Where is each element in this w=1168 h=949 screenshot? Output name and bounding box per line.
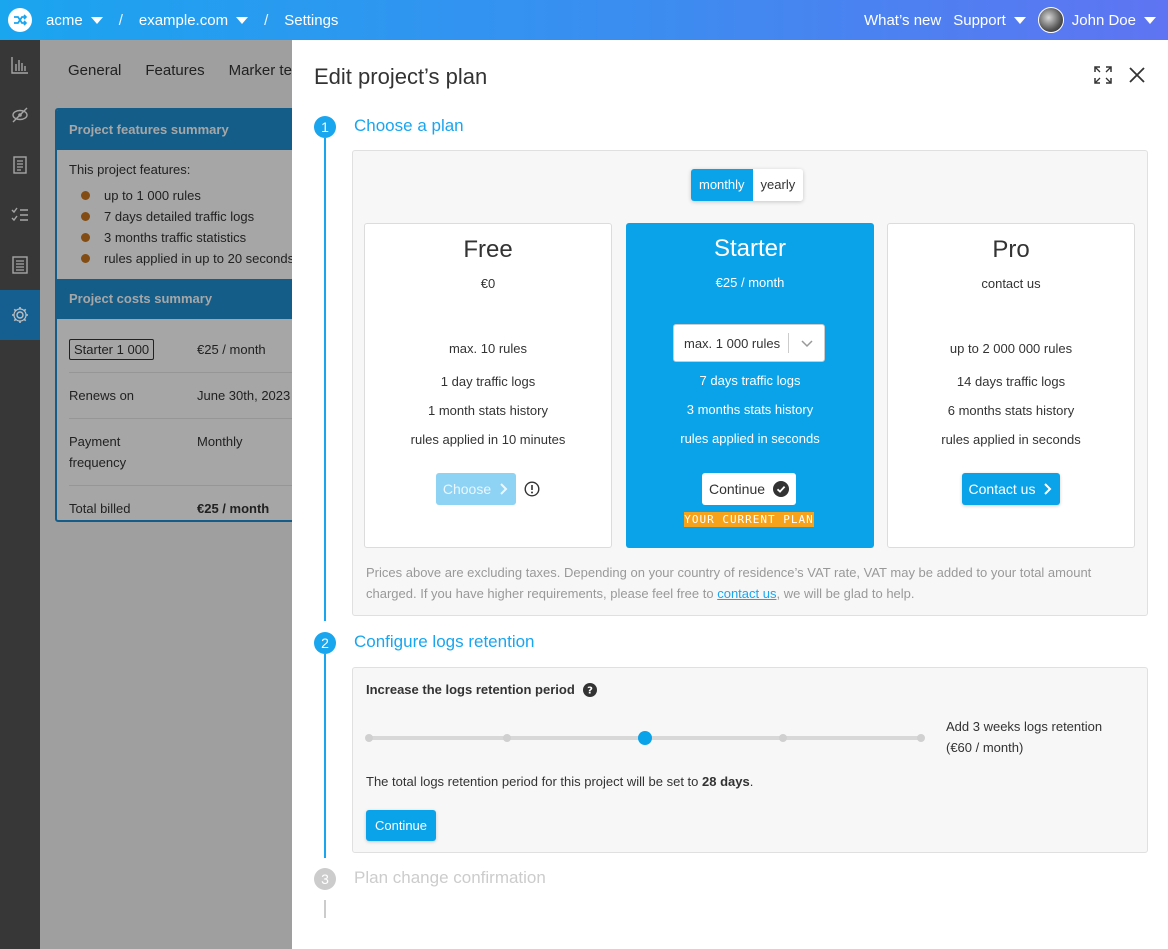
close-icon: [1129, 67, 1145, 83]
list-item: 7 days traffic logs: [699, 373, 801, 388]
org-switcher[interactable]: acme: [46, 12, 103, 29]
list-item: 6 months stats history: [947, 403, 1075, 418]
list-item: 1 day traffic logs: [440, 374, 536, 389]
contact-us-link[interactable]: contact us: [717, 586, 776, 601]
plan-features: 7 days traffic logs 3 months stats histo…: [626, 366, 874, 453]
plan-features: up to 2 000 000 rules 14 days traffic lo…: [888, 334, 1134, 454]
choose-free-button[interactable]: Choose: [436, 473, 516, 505]
step-connector: [324, 900, 326, 918]
step-title-logs-retention[interactable]: Configure logs retention: [354, 632, 535, 652]
retention-heading: Increase the logs retention period: [366, 682, 575, 697]
retention-slider-tick[interactable]: [365, 734, 373, 742]
plan-card-free: Free €0 max. 10 rules 1 day traffic logs…: [364, 223, 612, 548]
plan-price: contact us: [981, 276, 1041, 291]
plan-price: €25 / month: [715, 275, 785, 290]
plan-name: Starter: [713, 235, 787, 262]
select-value: max. 1 000 rules: [684, 335, 781, 351]
modal-backdrop[interactable]: [40, 40, 292, 949]
org-name: acme: [46, 11, 83, 29]
support-label: Support: [953, 11, 1006, 29]
chevron-down-icon: [90, 16, 103, 24]
monthly-option[interactable]: monthly: [691, 169, 753, 201]
plan-name: Pro: [992, 236, 1030, 263]
billing-period-toggle: monthly yearly: [691, 169, 804, 201]
plan-price: €0: [480, 276, 496, 291]
retention-slider-thumb[interactable]: [638, 731, 652, 745]
list-item: 3 months stats history: [686, 402, 814, 417]
yearly-option[interactable]: yearly: [752, 169, 804, 201]
avatar: [1037, 7, 1064, 33]
plan-card-pro: Pro contact us up to 2 000 000 rules 14 …: [887, 223, 1135, 548]
retention-continue-button[interactable]: Continue: [366, 810, 436, 841]
site-switcher[interactable]: example.com: [138, 11, 249, 29]
retention-slider-tick[interactable]: [779, 734, 787, 742]
site-name: example.com: [138, 11, 229, 29]
pricing-note: Prices above are excluding taxes. Depend…: [366, 565, 1092, 601]
step-title-choose-plan[interactable]: Choose a plan: [354, 116, 464, 136]
expand-icon: [1094, 66, 1112, 84]
step-number: 3: [314, 868, 336, 890]
close-button[interactable]: [1126, 64, 1148, 86]
current-plan-badge: YOUR CURRENT PLAN: [684, 512, 814, 527]
warning-info-icon[interactable]: [524, 481, 540, 497]
list-item: rules applied in 10 minutes: [410, 432, 566, 447]
plan-card-starter: Starter €25 / month max. 1 000 rules 7 d…: [626, 223, 874, 548]
contact-us-button[interactable]: Contact us: [962, 473, 1060, 505]
list-item: 1 month stats history: [428, 403, 548, 418]
step-connector: [324, 138, 326, 621]
retention-total-text: The total logs retention period for this…: [366, 774, 754, 789]
top-bar: acme / example.com / Settings What’s new…: [0, 0, 1168, 40]
chevron-down-icon: [800, 340, 813, 348]
retention-total-value: 28 days: [702, 774, 750, 789]
breadcrumb-current-page: Settings: [284, 11, 339, 29]
rules-quantity-select[interactable]: max. 1 000 rules: [673, 324, 825, 362]
breadcrumb-separator: /: [264, 11, 269, 29]
step-number: 2: [314, 632, 336, 654]
app-logo-icon[interactable]: [8, 8, 32, 32]
list-item: 14 days traffic logs: [956, 374, 1066, 389]
continue-starter-button[interactable]: Continue: [702, 473, 796, 505]
chevron-right-icon: [500, 483, 508, 495]
plan-name: Free: [463, 236, 513, 263]
chevron-down-icon: [1144, 16, 1156, 24]
step-title-confirmation[interactable]: Plan change confirmation: [354, 868, 546, 888]
list-item: up to 2 000 000 rules: [949, 341, 1073, 356]
breadcrumb: acme / example.com / Settings: [46, 12, 338, 29]
chevron-down-icon: [236, 16, 249, 24]
retention-add-price: (€60 / month): [946, 740, 1024, 755]
svg-text:?: ?: [587, 685, 593, 696]
fullscreen-button[interactable]: [1092, 64, 1114, 86]
choose-plan-box: monthly yearly Free €0 max. 10 rules 1 d…: [352, 150, 1148, 616]
chevron-down-icon: [1013, 16, 1026, 24]
sidebar-dim-overlay: [0, 40, 40, 949]
user-menu[interactable]: John Doe: [1037, 7, 1156, 33]
user-name: John Doe: [1071, 11, 1136, 29]
retention-add-label: Add 3 weeks logs retention: [946, 719, 1103, 734]
help-icon[interactable]: ?: [582, 682, 597, 697]
whats-new-link[interactable]: What’s new: [864, 12, 941, 29]
list-item: rules applied in seconds: [680, 431, 820, 446]
plan-features: max. 10 rules 1 day traffic logs 1 month…: [365, 334, 611, 454]
check-circle-icon: [773, 481, 790, 497]
retention-slider-tick[interactable]: [917, 734, 925, 742]
chevron-right-icon: [1044, 483, 1052, 495]
edit-plan-panel: Edit project’s plan 1 Choose a plan mont…: [292, 40, 1168, 949]
breadcrumb-separator: /: [118, 11, 123, 29]
logs-retention-box: Increase the logs retention period ? Add…: [352, 667, 1148, 853]
retention-slider-tick[interactable]: [503, 734, 511, 742]
list-item: max. 10 rules: [448, 341, 528, 356]
step-number: 1: [314, 116, 336, 138]
page-title: Edit project’s plan: [314, 64, 488, 89]
list-item: rules applied in seconds: [941, 432, 1081, 447]
support-menu[interactable]: Support: [953, 12, 1026, 29]
step-connector: [324, 654, 326, 858]
